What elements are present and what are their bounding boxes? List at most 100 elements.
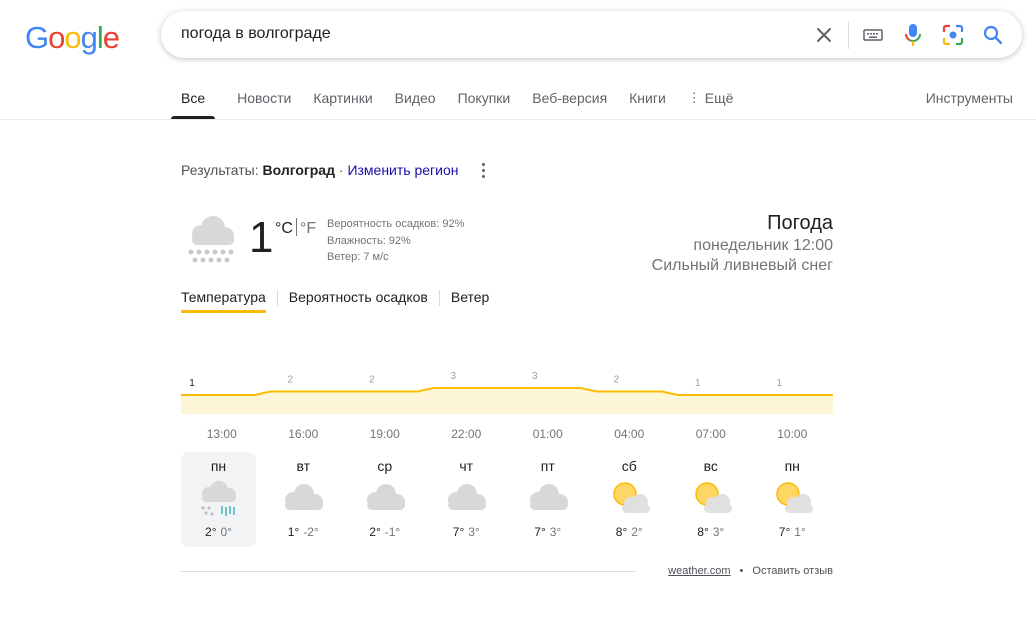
day-low: 3° <box>549 525 562 539</box>
day-temps: 1° -2° <box>263 525 345 539</box>
region-city: Волгоград <box>262 162 335 178</box>
tab-videos[interactable]: Видео <box>395 88 436 119</box>
partly-cloudy-icon <box>768 480 816 520</box>
weather-condition: Сильный ливневый снег <box>651 257 833 274</box>
day-name: пт <box>540 458 555 474</box>
footer-dot: • <box>739 565 744 577</box>
humidity: Влажность: 92% <box>327 234 411 247</box>
precipitation-chance: Вероятность осадков: 92% <box>327 218 465 230</box>
cloudy-icon <box>524 480 572 520</box>
day-high: 7° <box>452 525 465 539</box>
partly-cloudy-icon <box>687 480 735 520</box>
region-separator: · <box>338 162 344 178</box>
day-high: 8° <box>697 525 709 539</box>
day-forecast-6[interactable]: вс 8° 3° <box>670 452 752 547</box>
day-forecast-5[interactable]: сб 8° 2° <box>589 452 671 547</box>
close-icon[interactable] <box>812 23 836 47</box>
day-high: 2° <box>369 525 381 539</box>
microphone-icon[interactable] <box>901 23 925 47</box>
tools-button[interactable]: Инструменты <box>926 90 1013 106</box>
search-input[interactable]: погода в волгограде <box>181 25 331 43</box>
weather-summary: Погода понедельник 12:00 Сильный ливневы… <box>652 210 833 276</box>
cloudy-icon <box>361 480 409 520</box>
day-name: ср <box>377 458 393 474</box>
chart-time-label: 19:00 <box>369 427 400 441</box>
day-name: пн <box>210 458 227 474</box>
chart-data-label: 2 <box>369 375 375 386</box>
day-forecast-3[interactable]: чт 7° 3° <box>426 452 508 547</box>
chart-time-label: 01:00 <box>532 427 563 441</box>
header-divider <box>0 119 1036 120</box>
daily-forecast: пн 2° 0° вт 1° -2° ср 2° -1° чт 7° 3° пт 7° 3° сб 8° 2° вс… <box>181 452 833 548</box>
day-forecast-4[interactable]: пт 7° 3° <box>507 452 589 547</box>
chart-time-label: 10:00 <box>777 427 808 441</box>
tab-news[interactable]: Новости <box>237 88 291 119</box>
more-vert-icon: ⋮ <box>687 90 701 105</box>
google-logo[interactable]: Google <box>25 20 120 56</box>
temperature-chart[interactable]: 1 2 2 3 3 2 1 1 <box>181 360 833 416</box>
partly-cloudy-icon <box>605 480 653 520</box>
feedback-link[interactable]: Оставить отзыв <box>752 565 833 577</box>
search-box[interactable]: погода в волгограде <box>161 11 1022 58</box>
chart-data-label: 1 <box>776 378 782 389</box>
tab-more[interactable]: ⋮ Ещё <box>688 88 734 119</box>
day-name: чт <box>459 458 474 474</box>
chart-time-label: 16:00 <box>288 427 319 441</box>
chart-data-label: 2 <box>613 375 619 386</box>
tab-books[interactable]: Книги <box>629 88 666 119</box>
search-divider <box>848 21 849 49</box>
unit-celsius[interactable]: °C <box>275 220 293 237</box>
day-name: вт <box>296 458 311 474</box>
weather-datetime: понедельник 12:00 <box>693 237 833 254</box>
day-forecast-1[interactable]: вт 1° -2° <box>263 452 345 547</box>
chart-data-label: 1 <box>189 378 195 389</box>
current-temperature: 1 <box>249 213 274 262</box>
day-low: 0° <box>220 525 232 539</box>
day-forecast-2[interactable]: ср 2° -1° <box>344 452 426 547</box>
more-options-icon[interactable] <box>477 160 489 180</box>
day-high: 2° <box>205 525 217 539</box>
tab-web[interactable]: Веб-версия <box>532 88 607 119</box>
tab-wind[interactable]: Ветер <box>451 288 490 313</box>
chart-data-label: 1 <box>695 378 701 389</box>
day-forecast-7[interactable]: пн 7° 1° <box>752 452 834 547</box>
day-low: 3° <box>468 525 480 539</box>
lens-icon[interactable] <box>941 23 965 47</box>
weather-subtabs: Температура Вероятность осадков Ветер <box>181 288 489 313</box>
chart-time-label: 07:00 <box>695 427 726 441</box>
day-forecast-0[interactable]: пн 2° 0° <box>181 452 256 547</box>
region-prefix: Результаты: <box>181 162 259 178</box>
tab-shopping[interactable]: Покупки <box>458 88 511 119</box>
unit-fahrenheit[interactable]: °F <box>300 220 316 237</box>
change-region-link[interactable]: Изменить регион <box>347 162 458 178</box>
search-icon[interactable] <box>981 23 1005 47</box>
day-high: 8° <box>615 525 628 539</box>
tab-images[interactable]: Картинки <box>313 88 372 119</box>
chart-time-label: 13:00 <box>206 427 237 441</box>
tab-precipitation[interactable]: Вероятность осадков <box>289 288 428 313</box>
chart-time-label: 22:00 <box>451 427 482 441</box>
wind-speed: Ветер: 7 м/с <box>327 251 389 263</box>
source-link[interactable]: weather.com <box>668 565 730 577</box>
chart-data-label: 3 <box>450 371 456 382</box>
tab-temperature[interactable]: Температура <box>181 288 266 313</box>
cloudy-icon <box>442 480 490 520</box>
day-low: -1° <box>384 525 401 539</box>
snow-rain-icon <box>195 480 243 520</box>
day-temps: 8° 3° <box>670 525 752 539</box>
weather-title: Погода <box>767 212 833 234</box>
weather-details: Вероятность осадков: 92% Влажность: 92% … <box>327 216 464 266</box>
footer-divider <box>181 571 636 572</box>
snow-rain-icon <box>183 212 239 268</box>
chart-time-label: 04:00 <box>614 427 645 441</box>
unit-toggle: °C °F <box>275 218 316 238</box>
tab-all[interactable]: Все <box>171 88 216 119</box>
day-low: -2° <box>303 525 319 539</box>
day-high: 7° <box>534 525 546 539</box>
day-temps: 7° 1° <box>752 525 834 539</box>
day-temps: 7° 3° <box>507 525 589 539</box>
day-high: 1° <box>287 525 300 539</box>
day-high: 7° <box>778 525 791 539</box>
day-name: пн <box>784 458 800 474</box>
keyboard-icon[interactable] <box>861 23 885 47</box>
